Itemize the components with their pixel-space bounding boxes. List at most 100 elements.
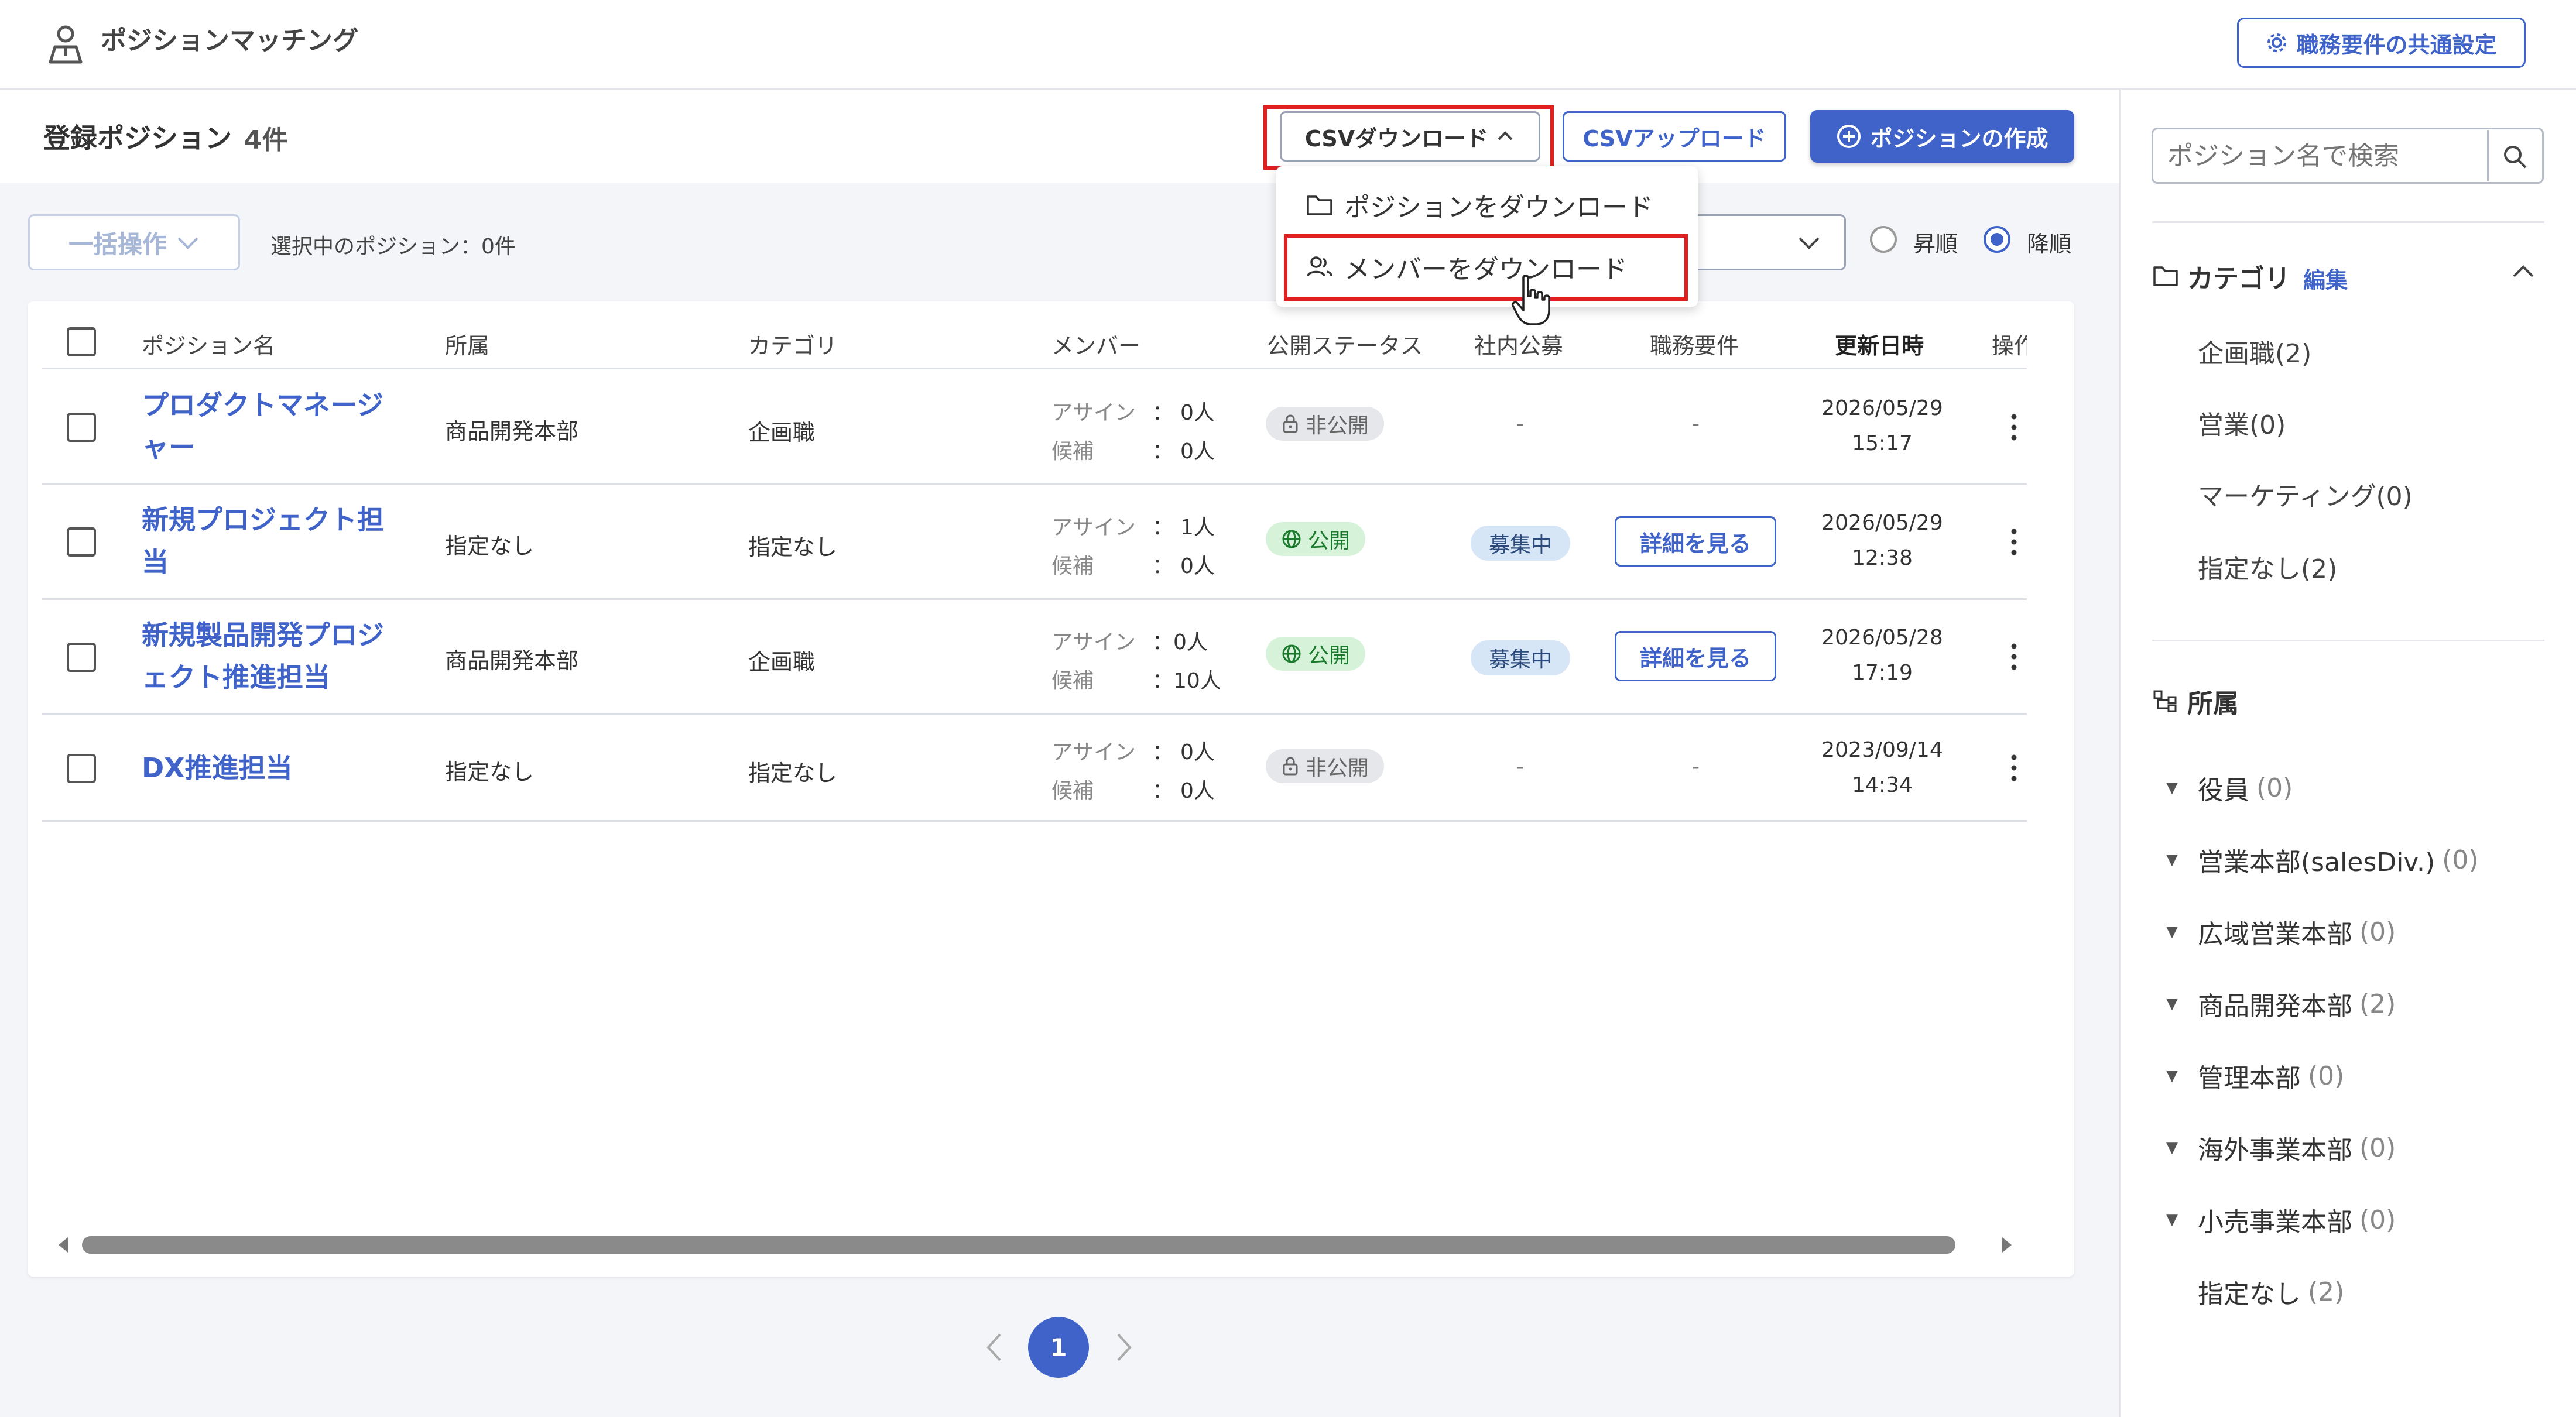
hand-cursor-icon bbox=[1510, 274, 1551, 327]
menu-item-label: ポジションをダウンロード bbox=[1344, 193, 1653, 222]
sort-desc-radio[interactable] bbox=[1984, 226, 2010, 253]
position-name-link[interactable]: 新規製品開発プロジェクト推進担当 bbox=[142, 614, 388, 698]
sort-asc-radio[interactable] bbox=[1870, 226, 1897, 253]
caret-down-icon[interactable]: ▼ bbox=[2166, 1067, 2198, 1085]
department-name: 海外事業本部 bbox=[2198, 1135, 2352, 1165]
row-category: 企画職 bbox=[748, 420, 816, 445]
assign-value: 0人 bbox=[1180, 740, 1215, 764]
sort-select[interactable] bbox=[1686, 214, 1846, 270]
kebab-menu-icon[interactable] bbox=[2008, 404, 2020, 451]
row-checkbox[interactable] bbox=[67, 754, 96, 783]
pagination-prev-icon[interactable] bbox=[982, 1330, 1006, 1365]
header-status[interactable]: 公開ステータス bbox=[1267, 328, 1423, 360]
scroll-right-arrow-icon[interactable] bbox=[2000, 1235, 2014, 1255]
search-icon[interactable] bbox=[2499, 140, 2532, 173]
department-item[interactable]: ▼ 管理本部 (0) bbox=[2166, 1057, 2344, 1095]
position-matching-icon bbox=[42, 21, 89, 68]
category-item[interactable]: 指定なし(2) bbox=[2198, 548, 2337, 585]
status-badge: 公開 bbox=[1266, 522, 1366, 556]
kebab-menu-icon[interactable] bbox=[2008, 633, 2020, 680]
department-count: (0) bbox=[2256, 773, 2293, 803]
department-name: 広域営業本部 bbox=[2198, 919, 2352, 949]
header-department[interactable]: 所属 bbox=[445, 328, 489, 360]
header-requirement[interactable]: 職務要件 bbox=[1650, 328, 1739, 360]
header-recruit[interactable]: 社内公募 bbox=[1474, 328, 1563, 360]
department-item[interactable]: 指定なし (2) bbox=[2166, 1273, 2344, 1310]
updated-time-value: 15:17 bbox=[1852, 431, 1913, 455]
category-item[interactable]: 営業(0) bbox=[2198, 404, 2286, 441]
department-item[interactable]: ▼ 広域営業本部 (0) bbox=[2166, 913, 2396, 951]
updated-date-value: 2026/05/28 bbox=[1821, 626, 1943, 650]
caret-down-icon[interactable]: ▼ bbox=[2166, 779, 2198, 797]
category-item[interactable]: 企画職(2) bbox=[2198, 332, 2311, 370]
candidate-label: 候補 bbox=[1051, 554, 1094, 578]
member-separator: ： bbox=[1152, 630, 1174, 654]
csv-upload-button[interactable]: CSVアップロード bbox=[1563, 111, 1786, 162]
updated-time-value: 14:34 bbox=[1852, 773, 1913, 797]
department-item[interactable]: ▼ 小売事業本部 (0) bbox=[2166, 1201, 2396, 1238]
header-member[interactable]: メンバー bbox=[1051, 328, 1140, 360]
row-department: 指定なし bbox=[445, 533, 535, 559]
status-label: 公開 bbox=[1308, 644, 1351, 668]
status-badge: 非公開 bbox=[1266, 407, 1385, 441]
globe-icon bbox=[1281, 529, 1302, 550]
view-detail-button[interactable]: 詳細を見る bbox=[1615, 631, 1776, 681]
department-item[interactable]: ▼ 営業本部(salesDiv.) (0) bbox=[2166, 841, 2478, 879]
chevron-up-icon[interactable] bbox=[2512, 263, 2535, 281]
department-item[interactable]: ▼ 役員 (0) bbox=[2166, 769, 2293, 807]
department-item[interactable]: ▼ 海外事業本部 (0) bbox=[2166, 1129, 2396, 1166]
department-item[interactable]: ▼ 商品開発本部 (2) bbox=[2166, 985, 2396, 1023]
kebab-menu-icon[interactable] bbox=[2008, 519, 2020, 565]
search-divider bbox=[2487, 130, 2489, 181]
candidate-value: 10人 bbox=[1173, 669, 1221, 693]
category-edit-link[interactable]: 編集 bbox=[2303, 262, 2348, 294]
create-position-button[interactable]: ポジションの作成 bbox=[1810, 110, 2074, 163]
bulk-action-button[interactable]: 一括操作 bbox=[28, 214, 240, 270]
row-checkbox[interactable] bbox=[67, 643, 96, 672]
department-count: (2) bbox=[2359, 989, 2396, 1019]
position-name-link[interactable]: 新規プロジェクト担当 bbox=[142, 499, 388, 583]
chevron-down-icon bbox=[176, 234, 200, 251]
header-updated[interactable]: 更新日時 bbox=[1835, 328, 1924, 360]
updated-time-value: 12:38 bbox=[1852, 546, 1913, 570]
menu-item-download-positions[interactable]: ポジションをダウンロード bbox=[1306, 186, 1653, 224]
row-checkbox[interactable] bbox=[67, 527, 96, 557]
department-name: 商品開発本部 bbox=[2198, 991, 2352, 1021]
common-settings-button[interactable]: 職務要件の共通設定 bbox=[2237, 18, 2526, 68]
header-category[interactable]: カテゴリ bbox=[748, 328, 837, 360]
category-item[interactable]: マーケティング(0) bbox=[2198, 475, 2413, 513]
department-name: 小売事業本部 bbox=[2198, 1207, 2352, 1237]
assign-label: アサイン bbox=[1051, 740, 1136, 764]
pagination-next-icon[interactable] bbox=[1112, 1330, 1136, 1365]
gear-icon bbox=[2266, 32, 2288, 54]
assign-label: アサイン bbox=[1051, 516, 1136, 540]
table-divider bbox=[42, 820, 2027, 822]
updated-date: 2026/05/29 12:38 bbox=[1809, 506, 1955, 576]
updated-date: 2026/05/29 15:17 bbox=[1809, 391, 1955, 461]
caret-down-icon[interactable]: ▼ bbox=[2166, 995, 2198, 1013]
caret-down-icon[interactable]: ▼ bbox=[2166, 1139, 2198, 1157]
view-detail-button[interactable]: 詳細を見る bbox=[1615, 516, 1776, 567]
select-all-checkbox[interactable] bbox=[67, 327, 96, 356]
search-input[interactable] bbox=[2166, 135, 2485, 177]
scroll-left-arrow-icon[interactable] bbox=[56, 1235, 70, 1255]
assign-label: アサイン bbox=[1051, 630, 1136, 654]
top-bar bbox=[0, 0, 2576, 90]
table-divider bbox=[42, 368, 2027, 369]
assign-value: 0人 bbox=[1180, 401, 1215, 425]
department-name: 管理本部 bbox=[2198, 1063, 2301, 1093]
pagination-page-1[interactable]: 1 bbox=[1028, 1317, 1089, 1378]
horizontal-scrollbar[interactable] bbox=[82, 1236, 1955, 1254]
create-position-label: ポジションの作成 bbox=[1870, 125, 2049, 152]
caret-down-icon[interactable]: ▼ bbox=[2166, 1211, 2198, 1229]
caret-down-icon[interactable]: ▼ bbox=[2166, 923, 2198, 941]
position-name-link[interactable]: DX推進担当 bbox=[142, 747, 388, 789]
header-position-name[interactable]: ポジション名 bbox=[142, 328, 275, 360]
lock-icon bbox=[1281, 414, 1300, 434]
table-divider bbox=[42, 598, 2027, 600]
row-checkbox[interactable] bbox=[67, 413, 96, 442]
position-name-link[interactable]: プロダクトマネージャー bbox=[142, 384, 388, 468]
kebab-menu-icon[interactable] bbox=[2008, 744, 2020, 791]
department-heading: 所属 bbox=[2152, 682, 2239, 720]
caret-down-icon[interactable]: ▼ bbox=[2166, 851, 2198, 869]
